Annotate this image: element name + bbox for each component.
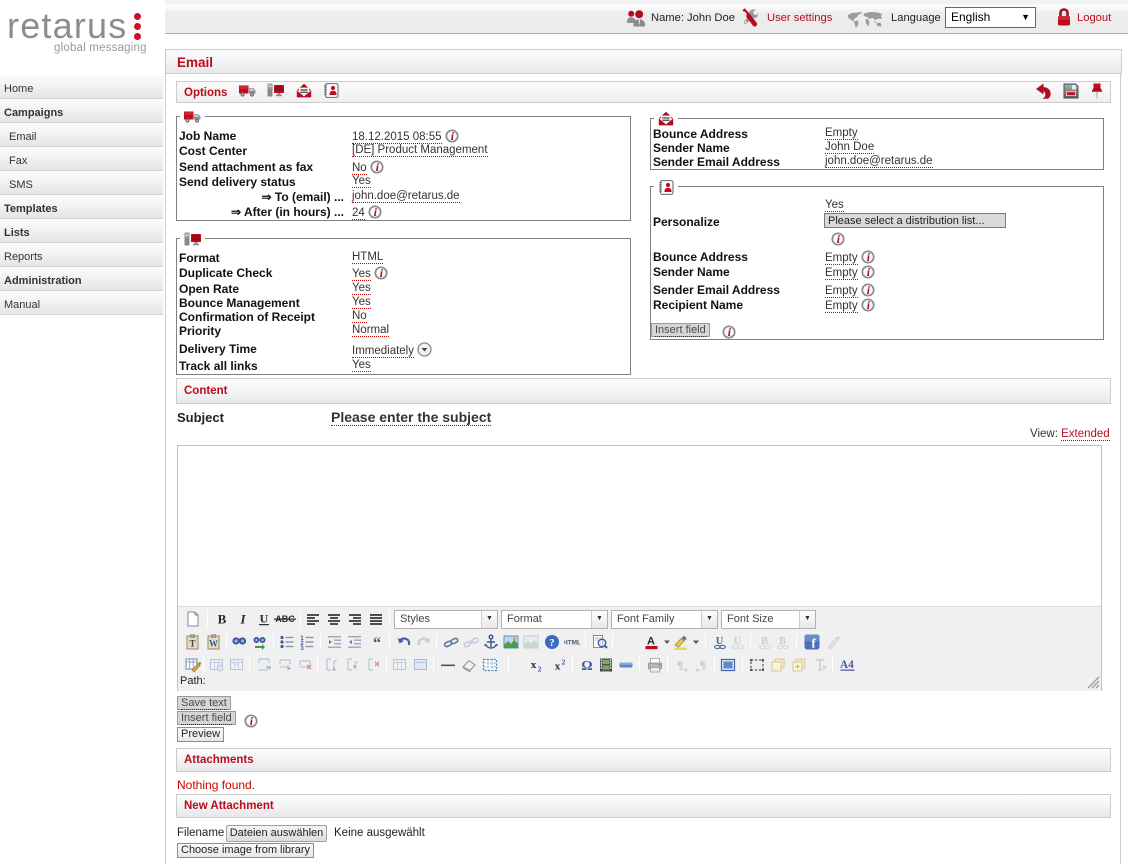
svg-text:“: “ bbox=[373, 635, 381, 650]
svg-text:I: I bbox=[239, 612, 246, 627]
svg-text:3: 3 bbox=[300, 646, 304, 650]
svg-text:x: x bbox=[531, 659, 537, 671]
svg-text:HTML: HTML bbox=[564, 640, 580, 647]
svg-text:f: f bbox=[811, 636, 816, 651]
svg-text:U: U bbox=[260, 612, 269, 626]
svg-text:4: 4 bbox=[848, 659, 854, 671]
svg-text:B: B bbox=[218, 612, 227, 627]
svg-text:T: T bbox=[189, 639, 195, 649]
svg-text:¶: ¶ bbox=[677, 658, 683, 672]
svg-text:¶: ¶ bbox=[700, 658, 706, 672]
svg-text:Ω: Ω bbox=[581, 659, 592, 673]
svg-text:A: A bbox=[647, 636, 655, 648]
svg-text:?: ? bbox=[549, 638, 554, 649]
svg-text:W: W bbox=[209, 639, 218, 649]
svg-text:2: 2 bbox=[538, 665, 542, 674]
svg-text:x: x bbox=[555, 661, 561, 673]
svg-text:2: 2 bbox=[562, 658, 566, 667]
